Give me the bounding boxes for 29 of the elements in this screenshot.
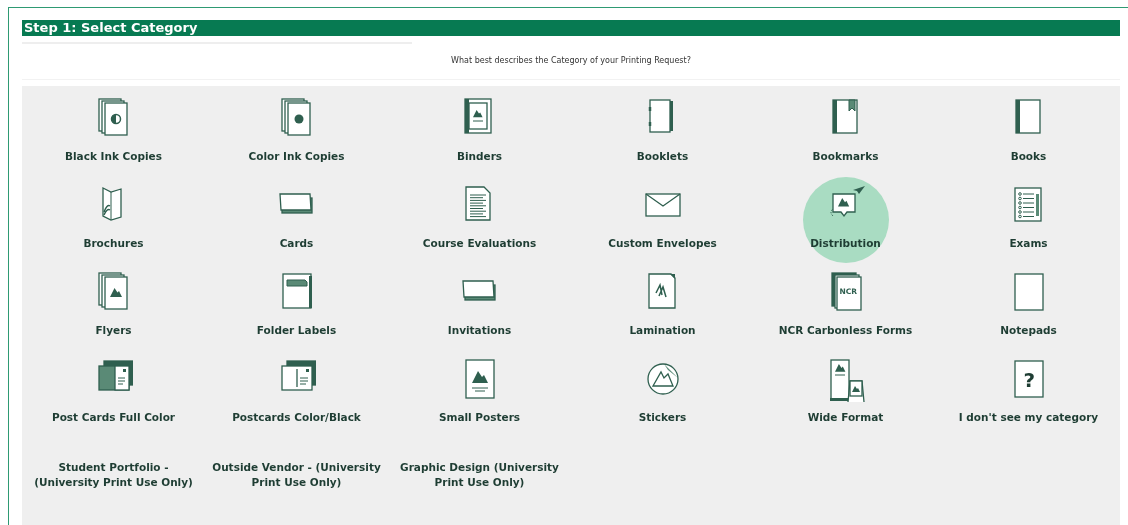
category-tile[interactable]: Stickers (571, 351, 754, 438)
icon-text: ? (1023, 369, 1036, 391)
section-header: Step 1: Select Category (22, 20, 1120, 36)
category-tile[interactable]: Notepads (937, 264, 1120, 351)
category-tile[interactable]: Exams (937, 177, 1120, 264)
category-tile[interactable]: Postcards Color/Black (205, 351, 388, 438)
category-tile[interactable]: ? I don't see my category (937, 351, 1120, 438)
category-tile[interactable]: Invitations (388, 264, 571, 351)
category-tile[interactable]: Black Ink Copies (22, 90, 205, 177)
category-tile[interactable]: Outside Vendor - (University Print Use Only) (205, 438, 388, 525)
category-tile[interactable]: Distribution (754, 177, 937, 264)
category-tile[interactable]: Course Evaluations (388, 177, 571, 264)
category-tile[interactable]: Post Cards Full Color (22, 351, 205, 438)
category-tile[interactable]: Booklets (571, 90, 754, 177)
category-tile[interactable]: Lamination (571, 264, 754, 351)
category-tile[interactable]: Custom Envelopes (571, 177, 754, 264)
category-tile[interactable]: Folder Labels (205, 264, 388, 351)
category-tile[interactable]: Books (937, 90, 1120, 177)
category-tile[interactable]: Wide Format (754, 351, 937, 438)
category-tile[interactable]: Color Ink Copies (205, 90, 388, 177)
category-tile[interactable]: Student Portfolio - (University Print Use Only) (22, 438, 205, 525)
category-tile[interactable]: Binders (388, 90, 571, 177)
question-text: What best describes the Category of your Printing Request? (451, 55, 691, 68)
category-tile[interactable]: Bookmarks (754, 90, 937, 177)
category-tile[interactable]: Brochures (22, 177, 205, 264)
category-tile[interactable]: Cards (205, 177, 388, 264)
category-tile[interactable]: Flyers (22, 264, 205, 351)
category-tile[interactable]: Small Posters (388, 351, 571, 438)
category-tile[interactable]: Graphic Design (University Print Use Only) (388, 438, 571, 525)
